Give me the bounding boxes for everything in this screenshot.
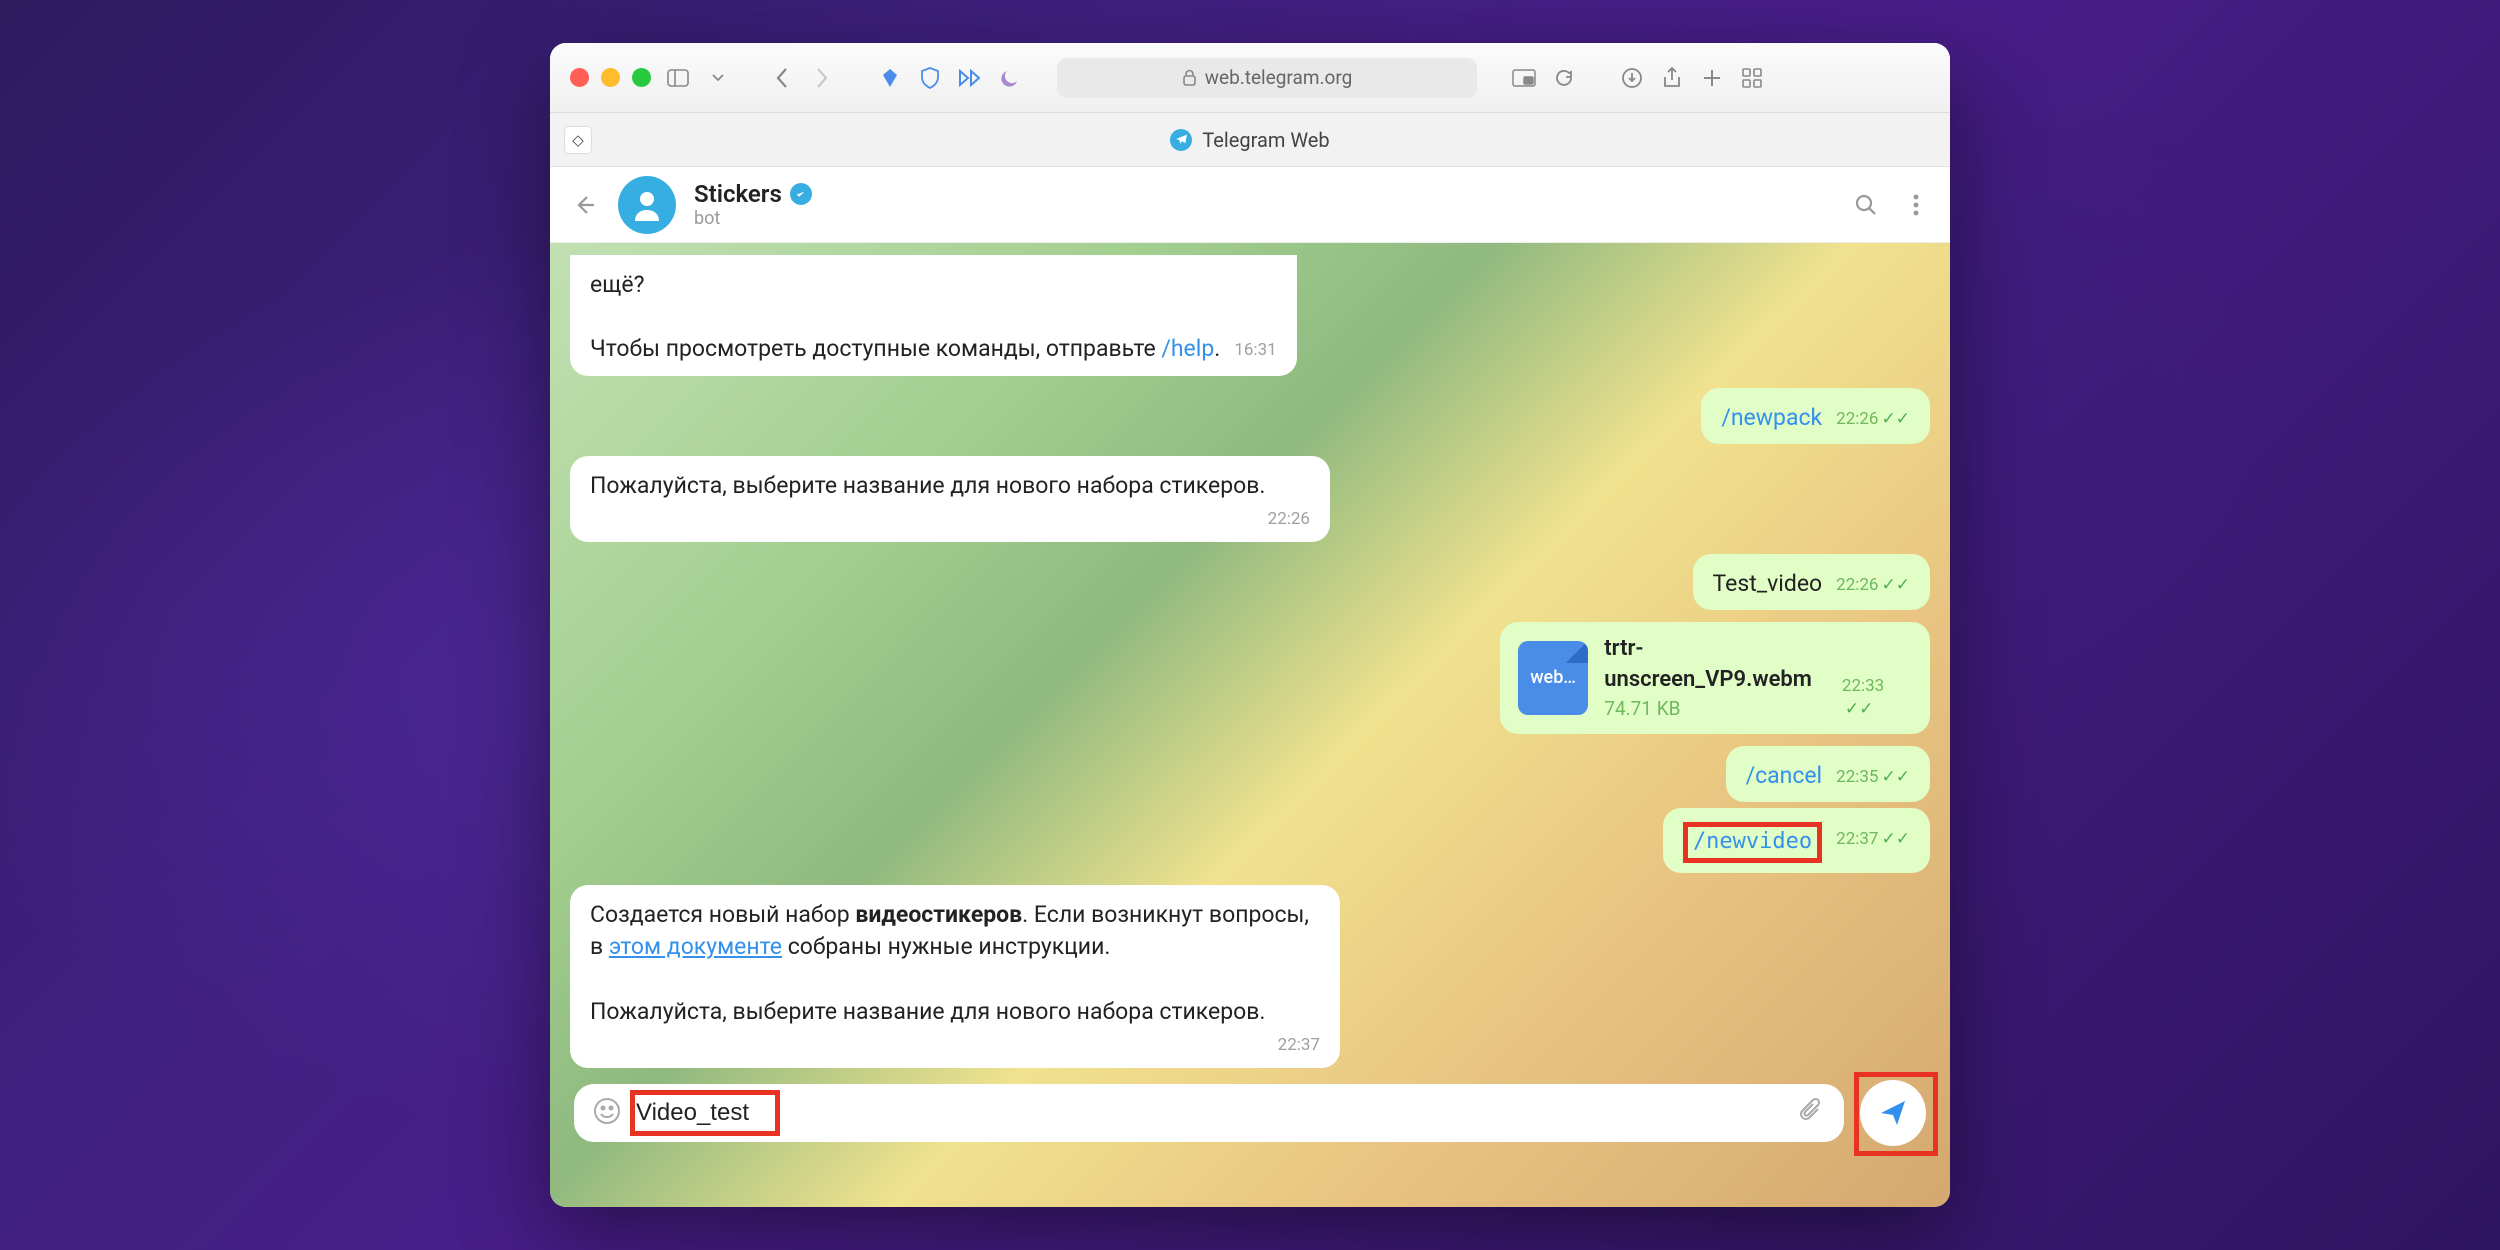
tab-title: Telegram Web xyxy=(1202,128,1329,152)
verified-badge-icon xyxy=(790,183,812,205)
minimize-window-button[interactable] xyxy=(601,68,620,87)
read-checks-icon: ✓✓ xyxy=(1882,828,1911,852)
file-name: trtr-unscreen_VP9.webm xyxy=(1604,634,1812,696)
message-time: 22:35 xyxy=(1836,767,1878,787)
extension-moon-icon[interactable] xyxy=(997,65,1023,91)
messages-area[interactable]: ещё? Чтобы просмотреть доступные команды… xyxy=(550,243,1950,1207)
message-time: 22:37 xyxy=(1836,829,1878,849)
message-time: 16:31 xyxy=(1234,339,1276,363)
bot-command-link[interactable]: /cancel xyxy=(1746,762,1823,789)
more-icon[interactable] xyxy=(1900,189,1932,221)
sidebar-icon[interactable] xyxy=(665,65,691,91)
new-tab-icon[interactable] xyxy=(1699,65,1725,91)
tab-overview-icon[interactable] xyxy=(1739,65,1765,91)
chat-name: Stickers xyxy=(694,180,782,208)
downloads-icon[interactable] xyxy=(1619,65,1645,91)
chat-avatar[interactable] xyxy=(618,176,676,234)
message-outgoing[interactable]: Test_video 22:26✓✓ xyxy=(1693,554,1930,610)
message-text: собраны нужные инструкции. xyxy=(782,933,1110,960)
message-text: Test_video xyxy=(1713,570,1823,597)
chat-title-block[interactable]: Stickers bot xyxy=(694,180,1832,229)
message-time: 22:37 xyxy=(1278,1034,1320,1058)
forward-button[interactable] xyxy=(809,65,835,91)
bot-command-link[interactable]: /help xyxy=(1161,335,1214,362)
read-checks-icon: ✓✓ xyxy=(1882,766,1911,790)
tab-favicon[interactable]: ◇ xyxy=(564,126,592,154)
titlebar: web.telegram.org xyxy=(550,43,1950,113)
address-bar[interactable]: web.telegram.org xyxy=(1057,58,1477,98)
safari-window: web.telegram.org ◇ Telegram Web Stickers… xyxy=(550,43,1950,1207)
message-text: ещё? xyxy=(590,271,644,298)
message-text-bold: видеостикеров xyxy=(855,901,1022,928)
back-icon[interactable] xyxy=(568,189,600,221)
message-outgoing[interactable]: /cancel 22:35✓✓ xyxy=(1726,746,1930,802)
message-text: Пожалуйста, выберите название для нового… xyxy=(590,998,1266,1025)
message-text: Создается новый набор xyxy=(590,901,855,928)
file-type-icon: web… xyxy=(1518,641,1588,715)
window-controls xyxy=(570,68,651,87)
extension-shield-icon[interactable] xyxy=(917,65,943,91)
bot-command-link[interactable]: /newpack xyxy=(1721,404,1822,431)
message-outgoing[interactable]: /newpack 22:26✓✓ xyxy=(1701,388,1930,444)
bot-command-link[interactable]: /newvideo xyxy=(1693,829,1812,854)
close-window-button[interactable] xyxy=(570,68,589,87)
picture-in-picture-icon[interactable] xyxy=(1511,65,1537,91)
message-text: Пожалуйста, выберите название для нового… xyxy=(590,472,1266,499)
message-time: 22:26 xyxy=(1836,409,1878,429)
message-time: 22:33 xyxy=(1842,676,1884,696)
composer xyxy=(574,1084,1844,1142)
extension-diamond-icon[interactable] xyxy=(877,65,903,91)
message-time: 22:26 xyxy=(1836,575,1878,595)
search-icon[interactable] xyxy=(1850,189,1882,221)
message-time: 22:26 xyxy=(1268,508,1310,532)
message-text: Чтобы просмотреть доступные команды, отп… xyxy=(590,335,1161,362)
read-checks-icon: ✓✓ xyxy=(1882,574,1911,598)
fullscreen-window-button[interactable] xyxy=(632,68,651,87)
highlight-box: /newvideo xyxy=(1683,822,1822,863)
read-checks-icon: ✓✓ xyxy=(1882,408,1911,432)
message-file[interactable]: web… trtr-unscreen_VP9.webm 74.71 KB 22:… xyxy=(1500,622,1930,734)
emoji-icon[interactable] xyxy=(592,1096,622,1130)
message-incoming[interactable]: Пожалуйста, выберите название для нового… xyxy=(570,456,1330,542)
back-button[interactable] xyxy=(769,65,795,91)
message-incoming[interactable]: Создается новый набор видеостикеров. Есл… xyxy=(570,885,1340,1068)
share-icon[interactable] xyxy=(1659,65,1685,91)
send-button[interactable] xyxy=(1860,1080,1926,1146)
tab-bar: ◇ Telegram Web xyxy=(550,113,1950,167)
message-input[interactable] xyxy=(636,1099,946,1127)
lock-icon xyxy=(1182,69,1197,86)
reload-icon[interactable] xyxy=(1551,65,1577,91)
message-outgoing[interactable]: /newvideo 22:37✓✓ xyxy=(1663,808,1930,873)
chat-header: Stickers bot xyxy=(550,167,1950,243)
telegram-icon xyxy=(1170,129,1192,151)
url-text: web.telegram.org xyxy=(1205,66,1353,89)
chat-subtitle: bot xyxy=(694,208,1832,229)
file-size: 74.71 KB xyxy=(1604,696,1812,723)
read-checks-icon: ✓✓ xyxy=(1845,698,1874,722)
message-incoming[interactable]: ещё? Чтобы просмотреть доступные команды… xyxy=(570,255,1297,376)
attach-icon[interactable] xyxy=(1798,1097,1826,1129)
dropdown-icon[interactable] xyxy=(705,65,731,91)
composer-row xyxy=(570,1080,1930,1146)
extension-ff-icon[interactable] xyxy=(957,65,983,91)
doc-link[interactable]: этом документе xyxy=(609,933,782,960)
